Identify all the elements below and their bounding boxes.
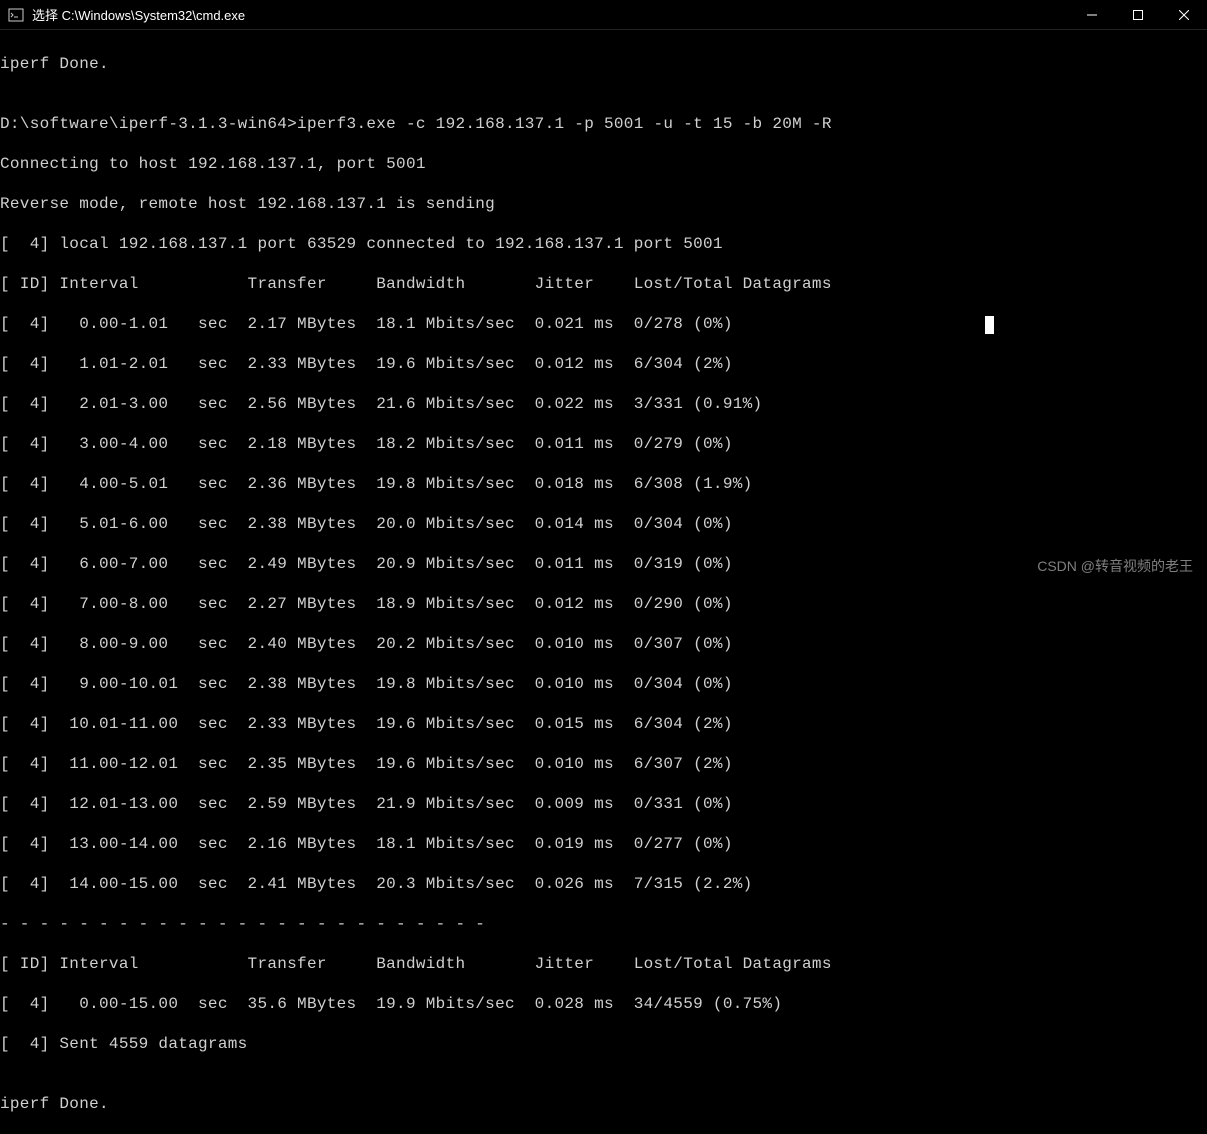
table-row: [ 4] 0.00-1.01 sec 2.17 MBytes 18.1 Mbit… — [0, 314, 1207, 334]
table-row: [ 4] 9.00-10.01 sec 2.38 MBytes 19.8 Mbi… — [0, 674, 1207, 694]
table-row: [ 4] 3.00-4.00 sec 2.18 MBytes 18.2 Mbit… — [0, 434, 1207, 454]
table-row: [ 4] 10.01-11.00 sec 2.33 MBytes 19.6 Mb… — [0, 714, 1207, 734]
table-row: [ 4] 1.01-2.01 sec 2.33 MBytes 19.6 Mbit… — [0, 354, 1207, 374]
separator-line: - - - - - - - - - - - - - - - - - - - - … — [0, 914, 1207, 934]
output-line: [ 4] local 192.168.137.1 port 63529 conn… — [0, 234, 1207, 254]
output-line: Reverse mode, remote host 192.168.137.1 … — [0, 194, 1207, 214]
table-row: [ 4] 14.00-15.00 sec 2.41 MBytes 20.3 Mb… — [0, 874, 1207, 894]
output-line: iperf Done. — [0, 54, 1207, 74]
table-row: [ 4] 6.00-7.00 sec 2.49 MBytes 20.9 Mbit… — [0, 554, 1207, 574]
output-line: iperf Done. — [0, 1094, 1207, 1114]
text-cursor — [985, 316, 994, 334]
terminal-output[interactable]: iperf Done. D:\software\iperf-3.1.3-win6… — [0, 30, 1207, 1134]
table-header: [ ID] Interval Transfer Bandwidth Jitter… — [0, 274, 1207, 294]
table-row: [ 4] 7.00-8.00 sec 2.27 MBytes 18.9 Mbit… — [0, 594, 1207, 614]
table-row: [ 4] 13.00-14.00 sec 2.16 MBytes 18.1 Mb… — [0, 834, 1207, 854]
table-row: [ 4] 5.01-6.00 sec 2.38 MBytes 20.0 Mbit… — [0, 514, 1207, 534]
table-row: [ 4] 12.01-13.00 sec 2.59 MBytes 21.9 Mb… — [0, 794, 1207, 814]
table-row: [ 4] 8.00-9.00 sec 2.40 MBytes 20.2 Mbit… — [0, 634, 1207, 654]
window-title: 选择 C:\Windows\System32\cmd.exe — [32, 5, 245, 24]
output-line: Connecting to host 192.168.137.1, port 5… — [0, 154, 1207, 174]
window-controls — [1069, 0, 1207, 30]
output-line: [ 4] Sent 4559 datagrams — [0, 1034, 1207, 1054]
command-line: D:\software\iperf-3.1.3-win64>iperf3.exe… — [0, 114, 1207, 134]
close-button[interactable] — [1161, 0, 1207, 30]
table-header: [ ID] Interval Transfer Bandwidth Jitter… — [0, 954, 1207, 974]
minimize-button[interactable] — [1069, 0, 1115, 30]
table-row: [ 4] 2.01-3.00 sec 2.56 MBytes 21.6 Mbit… — [0, 394, 1207, 414]
table-row: [ 4] 11.00-12.01 sec 2.35 MBytes 19.6 Mb… — [0, 754, 1207, 774]
title-left: 选择 C:\Windows\System32\cmd.exe — [0, 5, 245, 24]
table-row: [ 4] 4.00-5.01 sec 2.36 MBytes 19.8 Mbit… — [0, 474, 1207, 494]
summary-row: [ 4] 0.00-15.00 sec 35.6 MBytes 19.9 Mbi… — [0, 994, 1207, 1014]
cmd-icon — [8, 7, 24, 23]
window-titlebar: 选择 C:\Windows\System32\cmd.exe — [0, 0, 1207, 30]
watermark-text: CSDN @转音视频的老王 — [1037, 556, 1193, 576]
maximize-button[interactable] — [1115, 0, 1161, 30]
